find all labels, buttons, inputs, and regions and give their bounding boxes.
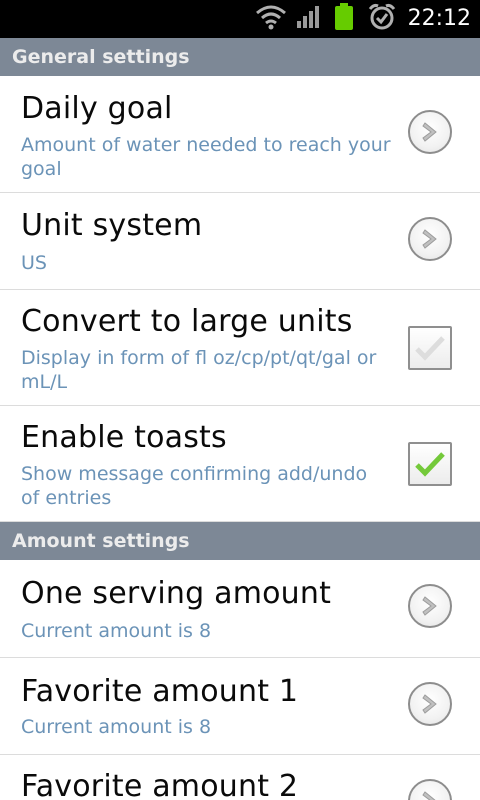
status-icons: 22:12 xyxy=(254,0,480,38)
chevron-right-icon xyxy=(422,694,437,714)
pref-title: Enable toasts xyxy=(21,420,227,455)
chevron-right-icon xyxy=(422,122,437,142)
check-icon-unchecked xyxy=(415,336,445,361)
status-time: 22:12 xyxy=(407,6,471,31)
chevron-right-button[interactable] xyxy=(408,584,452,628)
enable-toasts-checkbox[interactable] xyxy=(408,442,452,486)
signal-icon xyxy=(296,5,322,33)
chevron-right-button[interactable] xyxy=(408,779,452,800)
battery-icon xyxy=(334,3,354,35)
chevron-right-icon xyxy=(422,791,436,800)
convert-large-units-checkbox[interactable] xyxy=(408,326,452,370)
pref-summary: Current amount is 8 xyxy=(21,716,212,738)
pref-summary: Amount of water needed to reach your goa… xyxy=(21,134,391,180)
pref-title: Convert to large units xyxy=(21,304,353,339)
section-header-general: General settings xyxy=(0,38,480,76)
pref-title: Favorite amount 2 xyxy=(21,769,299,800)
pref-title: Unit system xyxy=(21,208,203,243)
pref-enable-toasts[interactable]: Enable toasts Show message confirming ad… xyxy=(0,406,480,522)
pref-title: Favorite amount 1 xyxy=(21,674,299,709)
alarm-icon xyxy=(368,3,396,35)
check-icon xyxy=(415,452,445,477)
chevron-right-button[interactable] xyxy=(408,682,452,726)
pref-daily-goal[interactable]: Daily goal Amount of water needed to rea… xyxy=(0,76,480,193)
pref-summary: Show message confirming add/undo of entr… xyxy=(21,463,368,509)
pref-summary: Display in form of fl oz/cp/pt/qt/gal or… xyxy=(21,347,377,393)
chevron-right-icon xyxy=(422,596,437,616)
section-header-amount: Amount settings xyxy=(0,522,480,560)
pref-title: Daily goal xyxy=(21,91,173,126)
chevron-right-button[interactable] xyxy=(408,217,452,261)
pref-summary: US xyxy=(21,252,47,274)
pref-favorite-amount-1[interactable]: Favorite amount 1 Current amount is 8 xyxy=(0,658,480,755)
pref-summary: Current amount is 8 xyxy=(21,620,212,642)
pref-favorite-amount-2[interactable]: Favorite amount 2 xyxy=(0,755,480,800)
pref-convert-large-units[interactable]: Convert to large units Display in form o… xyxy=(0,290,480,406)
status-bar: 22:12 xyxy=(0,0,480,38)
wifi-icon xyxy=(254,4,288,34)
pref-title: One serving amount xyxy=(21,576,332,611)
chevron-right-icon xyxy=(422,229,437,249)
chevron-right-button[interactable] xyxy=(408,110,452,154)
pref-unit-system[interactable]: Unit system US xyxy=(0,193,480,290)
pref-one-serving-amount[interactable]: One serving amount Current amount is 8 xyxy=(0,560,480,658)
